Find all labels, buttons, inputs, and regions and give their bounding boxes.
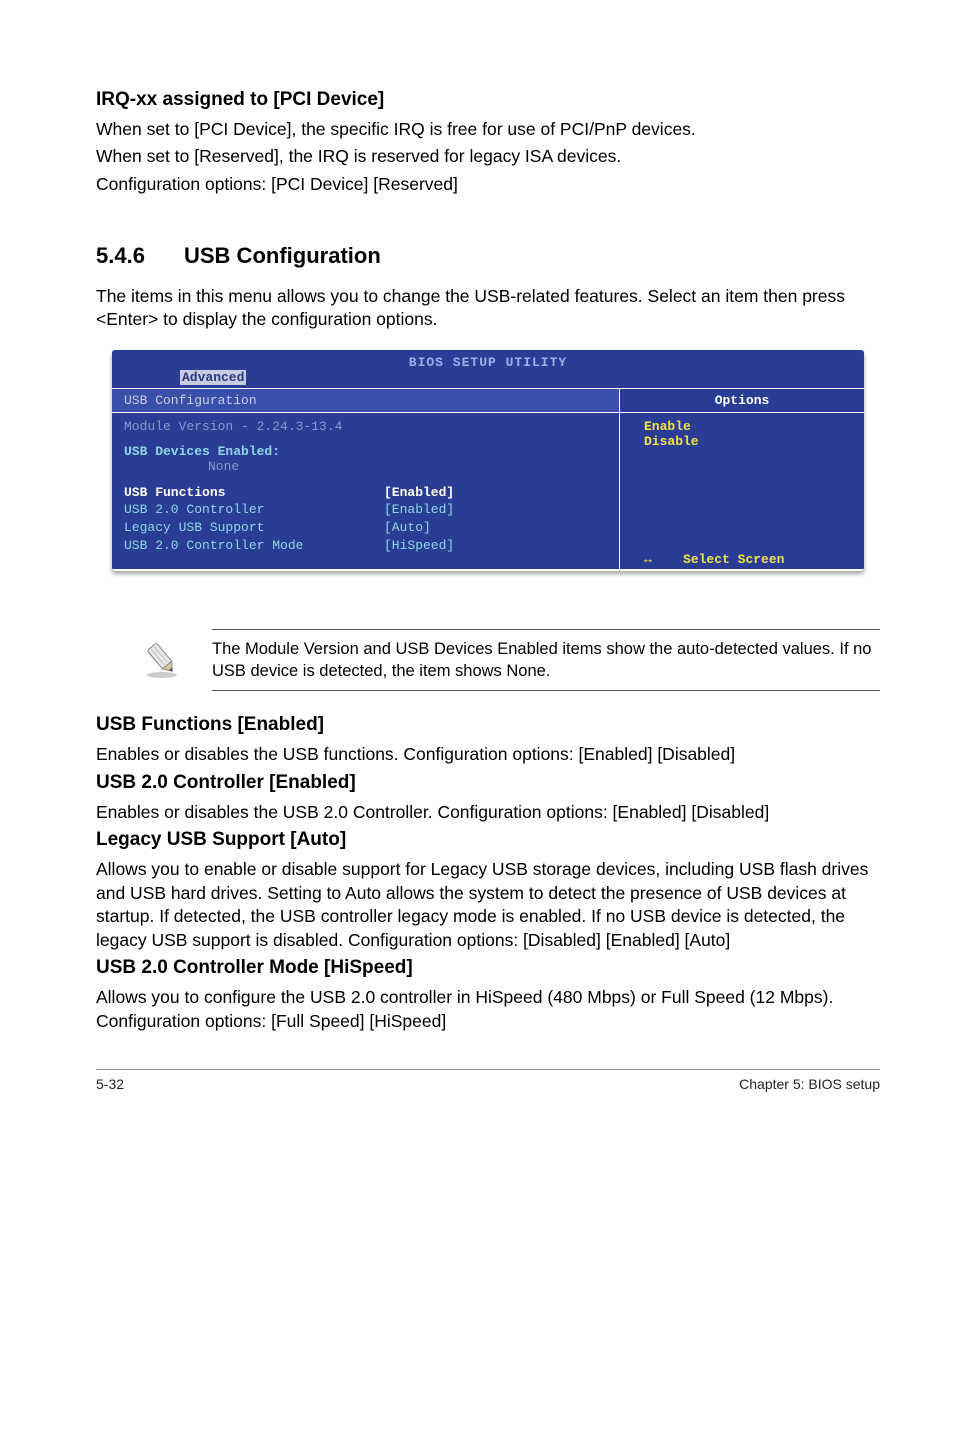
bios-row-usb-functions[interactable]: USB Functions [Enabled] — [124, 484, 607, 502]
bios-row-value: [Enabled] — [384, 484, 454, 502]
bios-module-version: Module Version - 2.24.3-13.4 — [124, 419, 607, 434]
nav-select-screen: Select Screen — [683, 552, 784, 567]
page-footer: 5-32 Chapter 5: BIOS setup — [96, 1076, 880, 1092]
irq-body-3: Configuration options: [PCI Device] [Res… — [96, 173, 880, 197]
bios-row-value: [HiSpeed] — [384, 537, 454, 555]
usb-20-controller-body: Enables or disables the USB 2.0 Controll… — [96, 801, 880, 825]
bios-row-value: [Enabled] — [384, 501, 454, 519]
bios-right-inner: Enable Disable ↔ Select Screen — [620, 413, 864, 569]
bios-left-panel: USB Configuration Module Version - 2.24.… — [112, 389, 619, 569]
page-content: IRQ-xx assigned to [PCI Device] When set… — [0, 0, 954, 1122]
irq-body-1: When set to [PCI Device], the specific I… — [96, 118, 880, 142]
bios-tab-advanced[interactable]: Advanced — [180, 370, 246, 385]
note-rule-top — [212, 629, 880, 630]
note-text: The Module Version and USB Devices Enabl… — [212, 638, 880, 683]
bios-shadow — [112, 591, 864, 603]
note-text-wrap: The Module Version and USB Devices Enabl… — [212, 629, 880, 692]
note-callout: The Module Version and USB Devices Enabl… — [142, 629, 880, 692]
bios-devices-enabled-label: USB Devices Enabled: — [124, 444, 607, 459]
usb-functions-heading: USB Functions [Enabled] — [96, 713, 880, 737]
bios-left-header: USB Configuration — [112, 389, 619, 413]
footer-page-number: 5-32 — [96, 1076, 124, 1092]
usb-20-mode-body: Allows you to configure the USB 2.0 cont… — [96, 986, 880, 1033]
section-heading: 5.4.6USB Configuration — [96, 243, 880, 269]
usb-20-mode-heading: USB 2.0 Controller Mode [HiSpeed] — [96, 956, 880, 980]
usb-20-controller-heading: USB 2.0 Controller [Enabled] — [96, 771, 880, 795]
bios-row-label: USB 2.0 Controller — [124, 501, 384, 519]
section-intro: The items in this menu allows you to cha… — [96, 285, 880, 332]
bios-left-inner: Module Version - 2.24.3-13.4 USB Devices… — [112, 413, 619, 569]
bios-option-disable[interactable]: Disable — [644, 434, 852, 449]
bios-right-panel: Options Enable Disable ↔ Select Screen — [619, 389, 864, 569]
bios-option-enable[interactable]: Enable — [644, 419, 852, 434]
bios-row-usb-20-mode[interactable]: USB 2.0 Controller Mode [HiSpeed] — [124, 537, 607, 555]
bios-screenshot: BIOS SETUP UTILITY Advanced USB Configur… — [112, 350, 864, 571]
footer-chapter: Chapter 5: BIOS setup — [739, 1076, 880, 1092]
nav-arrow-icon: ↔ — [644, 552, 652, 567]
bios-nav-hint: ↔ Select Screen — [644, 552, 852, 567]
bios-title: BIOS SETUP UTILITY — [112, 350, 864, 370]
bios-row-legacy-usb[interactable]: Legacy USB Support [Auto] — [124, 519, 607, 537]
usb-functions-body: Enables or disables the USB functions. C… — [96, 743, 880, 767]
pencil-icon — [142, 629, 184, 684]
bios-devices-enabled-value: None — [124, 459, 607, 474]
bios-row-label: USB 2.0 Controller Mode — [124, 537, 384, 555]
bios-row-usb-20-controller[interactable]: USB 2.0 Controller [Enabled] — [124, 501, 607, 519]
section-title: USB Configuration — [184, 243, 381, 268]
bios-row-label: USB Functions — [124, 484, 384, 502]
legacy-usb-heading: Legacy USB Support [Auto] — [96, 828, 880, 852]
note-rule-bottom — [212, 690, 880, 691]
bios-right-header: Options — [620, 389, 864, 413]
section-number: 5.4.6 — [96, 243, 184, 269]
bios-row-label: Legacy USB Support — [124, 519, 384, 537]
bios-row-value: [Auto] — [384, 519, 431, 537]
legacy-usb-body: Allows you to enable or disable support … — [96, 858, 880, 953]
footer-rule — [96, 1069, 880, 1070]
bios-panel: BIOS SETUP UTILITY Advanced USB Configur… — [112, 350, 864, 571]
bios-tab-row: Advanced — [112, 370, 864, 388]
bios-body: USB Configuration Module Version - 2.24.… — [112, 388, 864, 569]
irq-body-2: When set to [Reserved], the IRQ is reser… — [96, 145, 880, 169]
irq-heading: IRQ-xx assigned to [PCI Device] — [96, 88, 880, 112]
